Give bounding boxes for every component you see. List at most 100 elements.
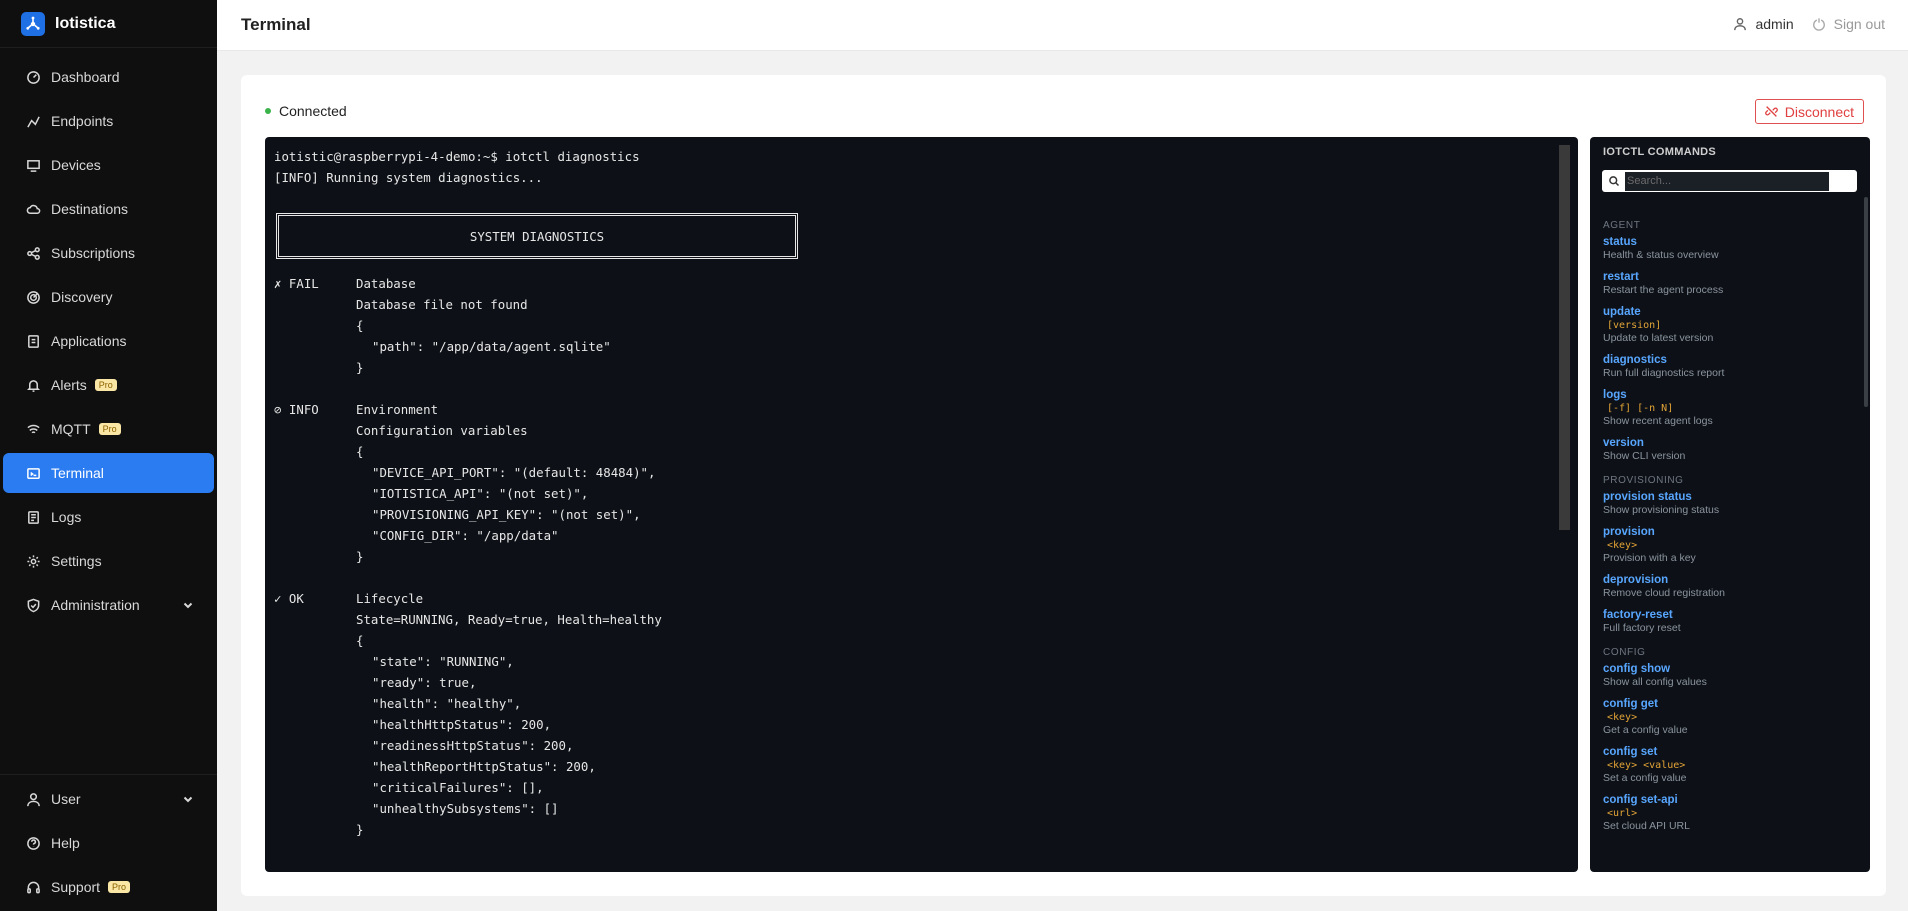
command-item-deprovision[interactable]: deprovision Remove cloud registration [1603,573,1853,600]
sidebar-item-settings[interactable]: Settings [3,541,214,581]
command-item-provision[interactable]: provision <key> Provision with a key [1603,525,1853,565]
signout-button[interactable]: Sign out [1812,16,1885,32]
command-item-config-get[interactable]: config get <key> Get a config value [1603,697,1853,737]
json-line: "criticalFailures": [], [274,777,1554,798]
command-name[interactable]: deprovision [1603,573,1853,587]
command-item-config-show[interactable]: config show Show all config values [1603,662,1853,689]
chevron-down-icon[interactable] [182,792,194,808]
sidebar-item-administration[interactable]: Administration [3,585,214,625]
sidebar-item-label: Terminal [51,465,104,481]
sidebar-item-label: Dashboard [51,69,120,85]
sidebar-item-discovery[interactable]: Discovery [3,277,214,317]
sidebar-item-label: Applications [51,333,127,349]
sidebar-item-label: Destinations [51,201,129,217]
command-item-provision-status[interactable]: provision status Show provisioning status [1603,490,1853,517]
command-item-restart[interactable]: restart Restart the agent process [1603,270,1853,297]
terminal-output[interactable]: iotistic@raspberrypi-4-demo:~$ iotctl di… [265,137,1578,872]
sidebar-item-logs[interactable]: Logs [3,497,214,537]
terminal-card: Connected Disconnect iotistic@raspberryp… [241,75,1886,896]
command-name[interactable]: provision [1603,525,1853,539]
command-name[interactable]: logs [1603,388,1853,402]
user-menu[interactable]: admin [1733,16,1794,32]
command-item-diagnostics[interactable]: diagnostics Run full diagnostics report [1603,353,1853,380]
chevron-down-icon[interactable] [182,598,194,614]
sidebar-item-subscriptions[interactable]: Subscriptions [3,233,214,273]
command-name[interactable]: config show [1603,662,1853,676]
terminal-body: iotistic@raspberrypi-4-demo:~$ iotctl di… [274,146,1554,861]
json-line: "healthHttpStatus": 200, [274,714,1554,735]
power-icon [1812,18,1825,31]
json-brace: { [356,633,364,648]
username: admin [1755,16,1794,32]
command-item-status[interactable]: status Health & status overview [1603,235,1853,262]
command-item-logs[interactable]: logs [-f] [-n N] Show recent agent logs [1603,388,1853,428]
command-item-version[interactable]: version Show CLI version [1603,436,1853,463]
json-open-line: { [274,315,1554,336]
gear-icon [25,553,41,569]
commands-scrollbar[interactable] [1864,197,1868,407]
json-open-line: { [274,441,1554,462]
command-name[interactable]: provision status [1603,490,1853,504]
sidebar-item-mqtt[interactable]: MQTT Pro [3,409,214,449]
command-name[interactable]: update [1603,305,1853,319]
command-name[interactable]: version [1603,436,1853,450]
command-name[interactable]: config get [1603,697,1853,711]
json-line: "DEVICE_API_PORT": "(default: 48484)", [274,462,1554,483]
check-header-line: ⊘ INFO Environment [274,399,1554,420]
radar-icon [25,289,41,305]
command-name[interactable]: restart [1603,270,1853,284]
commands-search-input[interactable] [1625,171,1829,191]
search-icon [1609,176,1620,187]
json-entry: "CONFIG_DIR": "/app/data" [372,528,559,543]
json-line: "readinessHttpStatus": 200, [274,735,1554,756]
sidebar-item-terminal[interactable]: Terminal [3,453,214,493]
json-entry: "path": "/app/data/agent.sqlite" [372,339,611,354]
command-item-update[interactable]: update [version] Update to latest version [1603,305,1853,345]
terminal-icon [25,465,41,481]
command-name[interactable]: diagnostics [1603,353,1853,367]
bell-icon [25,377,41,393]
connection-status: Connected [265,103,347,119]
command-description: Update to latest version [1603,332,1714,344]
devices-icon [25,157,41,173]
sidebar-item-label: Devices [51,157,101,173]
terminal-scrollbar[interactable] [1559,145,1570,530]
sidebar-item-devices[interactable]: Devices [3,145,214,185]
json-brace: } [356,360,364,375]
check-message-line: Configuration variables [274,420,1554,441]
json-close-line: } [274,819,1554,840]
brand[interactable]: Iotistica [0,0,217,48]
json-entry: "ready": true, [372,675,477,690]
json-line: "health": "healthy", [274,693,1554,714]
command-item-config-set-api[interactable]: config set-api <url> Set cloud API URL [1603,793,1853,833]
check-message-line: Database file not found [274,294,1554,315]
json-line: "healthReportHttpStatus": 200, [274,756,1554,777]
command-name[interactable]: status [1603,235,1853,249]
sidebar-item-help[interactable]: Help [3,823,214,863]
signout-label: Sign out [1833,16,1885,32]
json-line: "path": "/app/data/agent.sqlite" [274,336,1554,357]
check-message: Database file not found [356,297,528,312]
sidebar-item-label: Help [51,835,80,851]
disconnect-button[interactable]: Disconnect [1754,99,1864,124]
sidebar-item-user[interactable]: User [3,779,214,819]
command-name[interactable]: factory-reset [1603,608,1853,622]
terminal-info-line: [INFO] Running system diagnostics... [274,170,543,185]
command-name[interactable]: config set-api [1603,793,1853,807]
command-item-factory-reset[interactable]: factory-reset Full factory reset [1603,608,1853,635]
sidebar-item-support[interactable]: Support Pro [3,867,214,907]
command-item-config-set[interactable]: config set <key> <value> Set a config valu… [1603,745,1853,785]
share-icon [25,245,41,261]
sidebar-item-label: Endpoints [51,113,114,129]
diagnostic-check: ✓ OK Lifecycle State=RUNNING, Ready=true, … [274,588,1554,861]
wifi-icon [25,421,41,437]
sidebar-item-dashboard[interactable]: Dashboard [3,57,214,97]
diagnostic-check: ✗ FAIL Database Database file not found {"p… [274,273,1554,399]
sidebar-item-applications[interactable]: Applications [3,321,214,361]
sidebar-item-destinations[interactable]: Destinations [3,189,214,229]
commands-title: IOTCTL COMMANDS [1603,146,1717,158]
sidebar-item-alerts[interactable]: Alerts Pro [3,365,214,405]
command-name[interactable]: config set [1603,745,1853,759]
sidebar-item-endpoints[interactable]: Endpoints [3,101,214,141]
